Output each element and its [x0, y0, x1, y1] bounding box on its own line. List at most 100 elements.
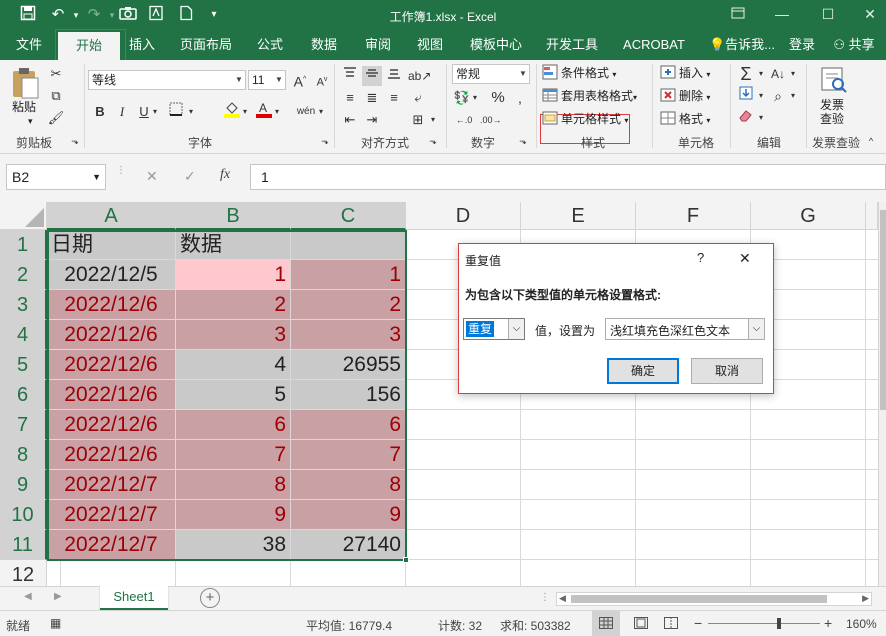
paste-dropdown-icon[interactable]: ▾: [28, 112, 33, 130]
align-right-icon[interactable]: ≡: [384, 88, 404, 108]
row-header[interactable]: 12: [0, 560, 47, 586]
phonetic-icon[interactable]: wén: [296, 102, 316, 122]
wrap-text-icon[interactable]: ⤶: [408, 88, 428, 108]
cell-c5[interactable]: 26955: [291, 350, 406, 380]
formula-input[interactable]: 1: [250, 164, 886, 190]
invoice-check-button-label-2[interactable]: 查验: [820, 112, 844, 126]
cell-b9[interactable]: 8: [176, 470, 291, 500]
cell-a9[interactable]: 2022/12/7: [47, 470, 176, 500]
tab-acrobat[interactable]: ACROBAT: [618, 30, 690, 60]
row-header[interactable]: 6: [0, 380, 47, 410]
column-header-f[interactable]: F: [636, 202, 751, 230]
fill-down-dropdown-icon[interactable]: ▾: [756, 86, 766, 106]
cell-b4[interactable]: 3: [176, 320, 291, 350]
format-as-table-button[interactable]: 套用表格格式▾: [542, 87, 637, 107]
cell-a6[interactable]: 2022/12/6: [47, 380, 176, 410]
vertical-scroll-thumb[interactable]: [880, 210, 886, 410]
cell-c8[interactable]: 7: [291, 440, 406, 470]
row-header[interactable]: 7: [0, 410, 47, 440]
cell-c1[interactable]: [291, 230, 406, 260]
number-launcher-icon[interactable]: ⬎: [516, 134, 530, 148]
font-color-dropdown-icon[interactable]: ▾: [272, 102, 282, 122]
conditional-formatting-button[interactable]: 条件格式 ▾: [542, 64, 616, 84]
tab-data[interactable]: 数据: [304, 30, 344, 60]
tab-view[interactable]: 视图: [410, 30, 450, 60]
cell-a10[interactable]: 2022/12/7: [47, 500, 176, 530]
cut-icon[interactable]: ✂: [46, 64, 66, 84]
tab-developer[interactable]: 开发工具: [540, 30, 604, 60]
align-left-icon[interactable]: ≡: [340, 88, 360, 108]
value-type-select[interactable]: 重复 ⌵: [463, 318, 525, 340]
zoom-slider-thumb[interactable]: [777, 618, 781, 629]
column-header-b[interactable]: B: [176, 202, 291, 230]
maximize-icon[interactable]: ☐: [816, 4, 840, 24]
cell-a11[interactable]: 2022/12/7: [47, 530, 176, 560]
minimize-icon[interactable]: —: [770, 4, 794, 24]
name-box[interactable]: B2 ▼: [6, 164, 106, 190]
cell-c10[interactable]: 9: [291, 500, 406, 530]
cell-a8[interactable]: 2022/12/6: [47, 440, 176, 470]
row-header[interactable]: 1: [0, 230, 47, 260]
accounting-dropdown-icon[interactable]: ▾: [470, 88, 480, 108]
increase-indent-icon[interactable]: ⇥: [362, 110, 382, 130]
cell-b2[interactable]: 1: [176, 260, 291, 290]
horizontal-scrollbar[interactable]: ◀ ▶: [556, 592, 872, 606]
cancel-button[interactable]: 取消: [691, 358, 763, 384]
accounting-format-icon[interactable]: 💱: [452, 88, 472, 108]
empty-row-12[interactable]: [47, 560, 406, 586]
column-header-e[interactable]: E: [521, 202, 636, 230]
scroll-left-icon[interactable]: ◀: [559, 593, 566, 604]
cell-c7[interactable]: 6: [291, 410, 406, 440]
cell-a5[interactable]: 2022/12/6: [47, 350, 176, 380]
invoice-check-button-label-1[interactable]: 发票: [820, 98, 844, 112]
tab-page-layout[interactable]: 页面布局: [174, 30, 238, 60]
cell-c3[interactable]: 2: [291, 290, 406, 320]
font-launcher-icon[interactable]: ⬎: [318, 134, 332, 148]
alignment-launcher-icon[interactable]: ⬎: [426, 134, 440, 148]
italic-button[interactable]: I: [112, 102, 132, 122]
cell-b8[interactable]: 7: [176, 440, 291, 470]
fill-handle[interactable]: [403, 557, 409, 563]
cell-b7[interactable]: 6: [176, 410, 291, 440]
cell-styles-button[interactable]: 单元格样式 ▾: [542, 110, 628, 130]
find-dropdown-icon[interactable]: ▾: [788, 86, 798, 106]
close-icon[interactable]: ✕: [858, 4, 882, 24]
cell-b3[interactable]: 2: [176, 290, 291, 320]
decrease-decimal-icon[interactable]: .00→: [480, 110, 502, 130]
column-header-d[interactable]: D: [406, 202, 521, 230]
shrink-font-icon[interactable]: Av: [312, 70, 332, 90]
collapse-ribbon-icon[interactable]: ^: [864, 134, 878, 148]
tab-file[interactable]: 文件: [6, 30, 52, 60]
vertical-scrollbar[interactable]: [878, 202, 886, 586]
clipboard-launcher-icon[interactable]: ⬎: [68, 134, 82, 148]
row-header[interactable]: 5: [0, 350, 47, 380]
cancel-entry-icon[interactable]: ✕: [146, 168, 158, 185]
hscroll-grip-icon[interactable]: ⋮: [540, 592, 550, 603]
column-header-a[interactable]: A: [47, 202, 176, 230]
row-header[interactable]: 4: [0, 320, 47, 350]
zoom-out-icon[interactable]: −: [694, 615, 702, 631]
cell-a4[interactable]: 2022/12/6: [47, 320, 176, 350]
row-header[interactable]: 11: [0, 530, 47, 560]
share-button[interactable]: ⚇ 共享: [826, 30, 882, 60]
login-link[interactable]: 登录: [784, 30, 820, 60]
zoom-in-icon[interactable]: +: [824, 615, 832, 631]
scroll-right-icon[interactable]: ▶: [862, 593, 869, 604]
macro-record-icon[interactable]: ▦: [50, 616, 61, 630]
border-icon[interactable]: [166, 102, 186, 122]
select-all-corner[interactable]: [0, 202, 47, 230]
comma-style-icon[interactable]: ,: [510, 88, 530, 108]
cell-b11[interactable]: 38: [176, 530, 291, 560]
cell-c6[interactable]: 156: [291, 380, 406, 410]
underline-dropdown-icon[interactable]: ▾: [150, 102, 160, 122]
cell-b1[interactable]: 数据: [176, 230, 291, 260]
copy-icon[interactable]: ⧉: [46, 86, 66, 106]
column-header-c[interactable]: C: [291, 202, 406, 230]
increase-decimal-icon[interactable]: ←.0: [454, 110, 474, 130]
autosum-icon[interactable]: Σ: [736, 64, 756, 84]
tab-formulas[interactable]: 公式: [250, 30, 290, 60]
fill-dropdown-icon[interactable]: ▾: [240, 102, 250, 122]
cell-c2[interactable]: 1: [291, 260, 406, 290]
column-header-h[interactable]: [866, 202, 878, 230]
format-cells-button[interactable]: 格式 ▾: [660, 110, 710, 130]
